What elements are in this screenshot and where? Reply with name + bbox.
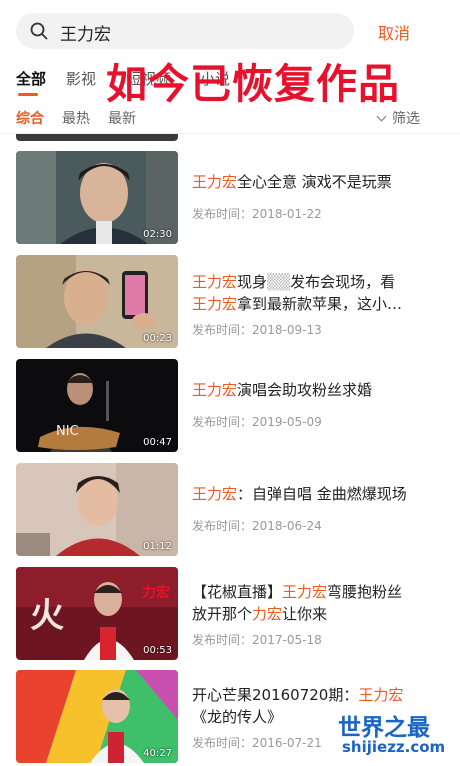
title-text: 开心芒果20160720期： [192, 686, 359, 704]
sort-tabs: 综合 最热 最新 筛选 [0, 100, 460, 134]
video-duration: 01:12 [143, 541, 172, 552]
svg-text:力宏: 力宏 [142, 584, 170, 601]
title-blurred: ▒▒ [267, 273, 291, 291]
video-duration: 40:27 [143, 748, 172, 759]
search-input[interactable]: 王力宏 [16, 13, 354, 49]
title-text: 全心全意 演戏不是玩票 [237, 173, 392, 191]
title-text: 发布会现场，看 [290, 273, 396, 291]
title-text: 现身 [237, 273, 268, 291]
filter-button[interactable]: 筛选 [376, 108, 420, 128]
title-highlight: 王力宏 [358, 686, 404, 704]
watermark-logo: 世界之最 shijiezz.com [338, 708, 454, 760]
title-highlight: 王力宏 [282, 583, 328, 601]
svg-text:NIC: NIC [56, 424, 79, 439]
list-item[interactable]: NIC 00:47 王力宏演唱会助攻粉丝求婚 发布时间：2019-05-09 [0, 359, 460, 463]
video-title[interactable]: 王力宏现身▒▒发布会现场，看 王力宏拿到最新款苹果，这小… [192, 271, 432, 315]
watermark-url: shijiezz.com [342, 738, 446, 756]
title-highlight: 力宏 [252, 605, 283, 623]
list-item[interactable]: 02:30 王力宏全心全意 演戏不是玩票 发布时间：2018-01-22 [0, 151, 460, 255]
video-thumbnail[interactable]: NIC 00:47 [16, 359, 178, 452]
subtab-latest[interactable]: 最新 [108, 108, 136, 128]
search-icon [30, 22, 48, 40]
video-duration: 00:53 [143, 645, 172, 656]
previous-item-thumbnail[interactable] [16, 134, 178, 141]
active-tab-indicator [18, 93, 38, 96]
cancel-button[interactable]: 取消 [378, 20, 410, 44]
publish-date: 发布时间：2018-01-22 [192, 207, 322, 221]
title-text: ：自弹自唱 金曲燃爆现场 [237, 485, 407, 503]
video-thumbnail[interactable]: 火 力宏 00:53 [16, 567, 178, 660]
video-thumbnail[interactable]: 40:27 [16, 670, 178, 763]
title-highlight: 王力宏 [192, 295, 238, 313]
title-highlight: 王力宏 [192, 485, 238, 503]
list-item[interactable]: 01:12 王力宏：自弹自唱 金曲燃爆现场 发布时间：2018-06-24 [0, 463, 460, 567]
video-title[interactable]: 【花椒直播】王力宏弯腰抱粉丝放开那个力宏让你来 [192, 581, 432, 625]
title-highlight: 王力宏 [192, 381, 238, 399]
subtab-hottest[interactable]: 最热 [62, 108, 90, 128]
publish-date: 发布时间：2019-05-09 [192, 415, 322, 429]
video-thumbnail[interactable]: 02:30 [16, 151, 178, 244]
title-text: 【花椒直播】 [192, 583, 283, 601]
tab-all[interactable]: 全部 [16, 68, 46, 89]
title-highlight: 王力宏 [192, 173, 238, 191]
watermark-text: 世界之最 [338, 715, 430, 741]
title-text: 演唱会助攻粉丝求婚 [237, 381, 373, 399]
publish-date: 发布时间：2018-09-13 [192, 323, 322, 337]
search-query: 王力宏 [60, 25, 111, 45]
publish-date: 发布时间：2016-07-21 [192, 736, 322, 750]
video-thumbnail[interactable]: 01:12 [16, 463, 178, 556]
chevron-down-icon [376, 111, 387, 122]
title-text: 弯腰抱粉丝 [327, 583, 403, 601]
list-item[interactable]: 火 力宏 00:53 【花椒直播】王力宏弯腰抱粉丝 放开那个力宏让你来 发布时间：… [0, 567, 460, 671]
filter-label: 筛选 [392, 111, 420, 127]
title-text: 拿到最新款苹果，这小… [237, 295, 403, 313]
publish-date: 发布时间：2017-05-18 [192, 633, 322, 647]
video-title[interactable]: 王力宏全心全意 演戏不是玩票 [192, 171, 432, 193]
video-thumbnail[interactable]: 00:23 [16, 255, 178, 348]
video-duration: 02:30 [143, 229, 172, 240]
title-highlight: 王力宏 [192, 273, 238, 291]
video-duration: 00:47 [143, 437, 172, 448]
video-duration: 00:23 [143, 333, 172, 344]
video-title[interactable]: 王力宏演唱会助攻粉丝求婚 [192, 379, 432, 401]
subtab-overall[interactable]: 综合 [16, 108, 44, 128]
publish-date: 发布时间：2018-06-24 [192, 519, 322, 533]
video-title[interactable]: 王力宏：自弹自唱 金曲燃爆现场 [192, 483, 432, 505]
list-item[interactable]: 00:23 王力宏现身▒▒发布会现场，看 王力宏拿到最新款苹果，这小… 发布时间：… [0, 255, 460, 359]
title-text: 让你来 [282, 605, 328, 623]
svg-text:火: 火 [30, 596, 64, 636]
title-text: 放开那个 [192, 605, 253, 623]
title-text: 《龙的传人》 [192, 708, 283, 726]
tab-film[interactable]: 影视 [66, 68, 96, 89]
